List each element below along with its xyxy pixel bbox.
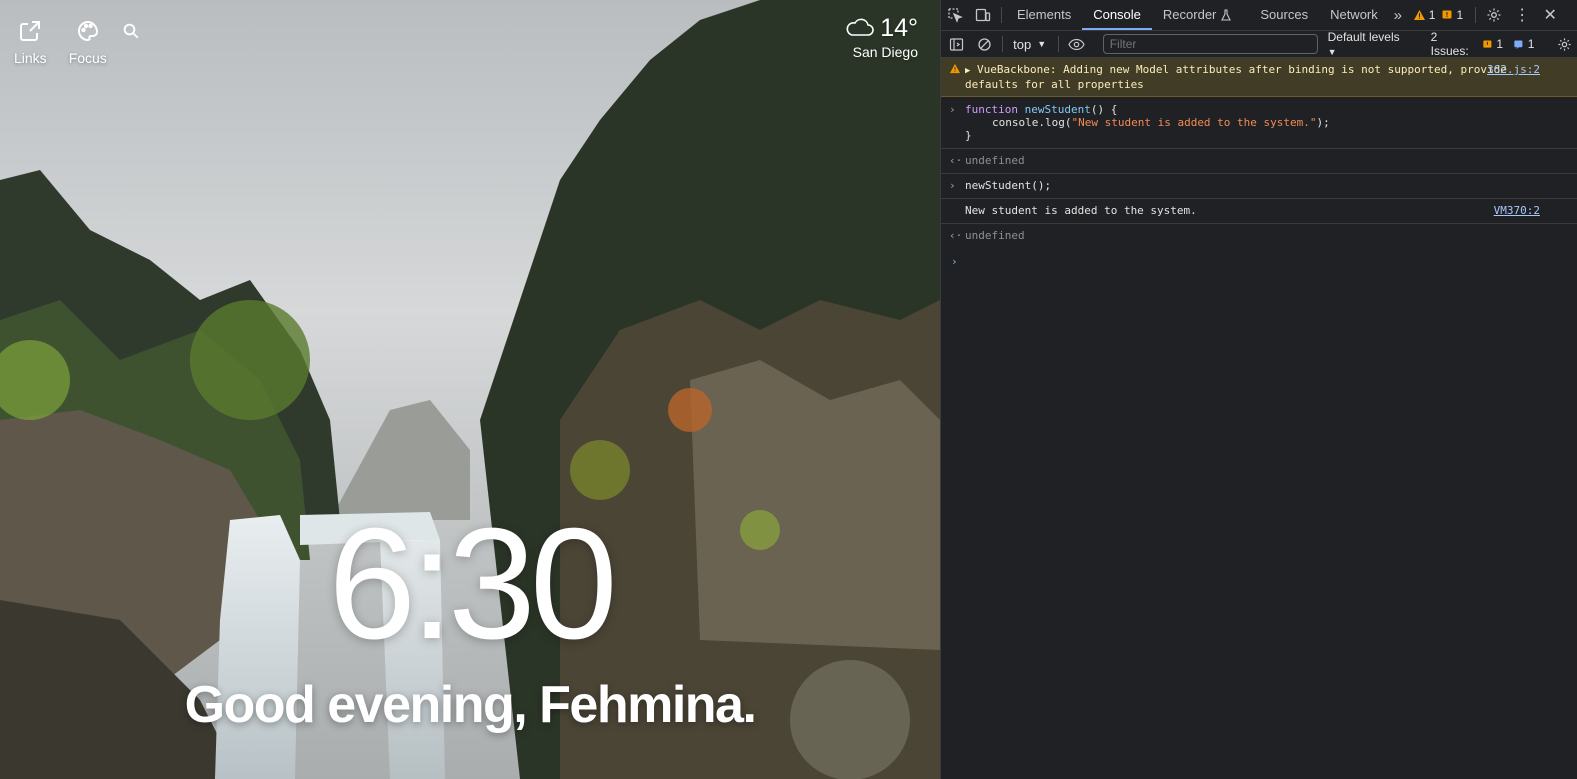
issue-flag-icon — [1442, 10, 1452, 19]
warning-text: VueBackbone: Adding new Model attributes… — [965, 63, 1507, 91]
code-body-pre: console.log( — [992, 116, 1072, 129]
search-icon[interactable] — [122, 22, 142, 42]
focus-label: Focus — [68, 50, 107, 66]
palette-icon — [75, 18, 101, 44]
external-link-icon — [17, 18, 43, 44]
warning-source-link[interactable]: 362.js:2 — [1487, 63, 1540, 76]
console-prompt[interactable]: › — [941, 248, 1577, 268]
tab-recorder-label: Recorder — [1162, 7, 1217, 22]
close-icon[interactable]: ✕ — [1536, 0, 1564, 30]
divider — [1002, 36, 1004, 52]
warning-count-badge[interactable]: 1 — [1413, 8, 1436, 22]
links-label: Links — [14, 50, 47, 66]
dropdown-arrow-icon: ▼ — [1327, 47, 1337, 57]
issue-flag-icon — [1482, 39, 1491, 48]
info-message-icon — [1514, 39, 1523, 49]
input-chevron-icon: › — [949, 179, 956, 192]
clock: 6:30 — [328, 496, 618, 672]
tab-elements[interactable]: Elements — [1006, 0, 1082, 30]
focus-button[interactable]: Focus — [69, 18, 107, 66]
sidebar-toggle-icon[interactable] — [943, 29, 971, 59]
greeting: Good evening, Fehmina. — [184, 676, 757, 734]
console-settings-gear-icon[interactable] — [1550, 29, 1577, 59]
console-input-entry[interactable]: › newStudent(); — [941, 174, 1577, 199]
more-tabs-chevron-icon[interactable]: » — [1389, 0, 1407, 30]
console-result-entry[interactable]: ‹· undefined — [941, 149, 1577, 174]
issues-label: 2 Issues: — [1430, 30, 1469, 58]
issues-info-count: 1 — [1527, 37, 1535, 51]
new-tab-page: Links Focus 14° San Diego 6:30 Good even… — [0, 0, 940, 779]
input-chevron-icon: › — [949, 103, 956, 116]
log-levels-label: Default levels — [1327, 30, 1400, 44]
more-options-kebab-icon[interactable]: ⋮ — [1508, 0, 1536, 30]
code-keyword: function — [965, 103, 1018, 116]
tab-sources[interactable]: Sources — [1249, 0, 1319, 30]
dropdown-arrow-icon: ▼ — [1037, 39, 1047, 49]
prompt-chevron-icon: › — [951, 255, 958, 268]
console-toolbar: top ▼ Default levels ▼ 2 Issues: 1 1 — [941, 29, 1577, 59]
console-output: ▶ VueBackbone: Adding new Model attribut… — [941, 58, 1577, 268]
code-function-name: newStudent — [1024, 103, 1091, 116]
warning-count: 1 — [1428, 8, 1436, 22]
weather-temperature: 14° — [880, 14, 918, 42]
divider — [1475, 7, 1477, 23]
context-selector[interactable]: top ▼ — [1013, 37, 1046, 52]
result-value: undefined — [965, 154, 1025, 167]
expand-triangle-icon[interactable]: ▶ — [965, 66, 970, 76]
error-count-badge[interactable]: 1 — [1441, 8, 1463, 22]
call-text: newStudent(); — [965, 179, 1052, 192]
result-arrow-icon: ‹· — [949, 154, 963, 167]
context-value: top — [1013, 36, 1032, 52]
tab-network[interactable]: Network — [1319, 0, 1389, 30]
error-count: 1 — [1456, 8, 1464, 22]
devtools-tabbar: Elements Console Recorder Sources Networ… — [941, 0, 1577, 31]
code-body-post: ); — [1316, 116, 1330, 129]
tab-console[interactable]: Console — [1082, 0, 1152, 30]
warning-triangle-icon — [1413, 10, 1425, 20]
tab-recorder[interactable]: Recorder — [1152, 0, 1243, 30]
console-log-message[interactable]: New student is added to the system. VM37… — [941, 199, 1577, 224]
cloud-icon — [844, 15, 874, 42]
code-fn-close: } — [965, 129, 972, 142]
divider — [1058, 36, 1060, 52]
issues-warning-count: 1 — [1496, 37, 1503, 51]
log-levels-dropdown[interactable]: Default levels ▼ — [1328, 30, 1411, 58]
warning-triangle-icon — [949, 63, 961, 77]
flask-icon — [1221, 9, 1232, 21]
links-button[interactable]: Links — [14, 18, 47, 66]
log-source-link[interactable]: VM370:2 — [1494, 204, 1540, 217]
devtools-panel: Elements Console Recorder Sources Networ… — [940, 0, 1577, 779]
filter-input[interactable] — [1102, 34, 1318, 54]
settings-gear-icon[interactable] — [1480, 0, 1508, 30]
device-toolbar-icon[interactable] — [969, 0, 997, 30]
clear-console-icon[interactable] — [971, 29, 999, 59]
console-result-entry[interactable]: ‹· undefined — [941, 224, 1577, 248]
weather-widget[interactable]: 14° San Diego — [844, 14, 918, 60]
live-expression-eye-icon[interactable] — [1063, 29, 1091, 59]
issues-counter[interactable]: 2 Issues: 1 1 — [1431, 30, 1535, 58]
inspect-element-icon[interactable] — [941, 0, 969, 30]
result-value: undefined — [965, 229, 1025, 242]
console-warning-message[interactable]: ▶ VueBackbone: Adding new Model attribut… — [941, 58, 1577, 97]
code-fn-open: () { — [1090, 103, 1118, 116]
result-arrow-icon: ‹· — [949, 229, 963, 242]
log-text: New student is added to the system. — [965, 204, 1197, 217]
weather-city: San Diego — [852, 44, 918, 60]
console-input-entry[interactable]: › function newStudent() { console.log("N… — [941, 97, 1577, 149]
code-string: "New student is added to the system." — [1071, 116, 1317, 129]
divider — [1001, 7, 1002, 23]
